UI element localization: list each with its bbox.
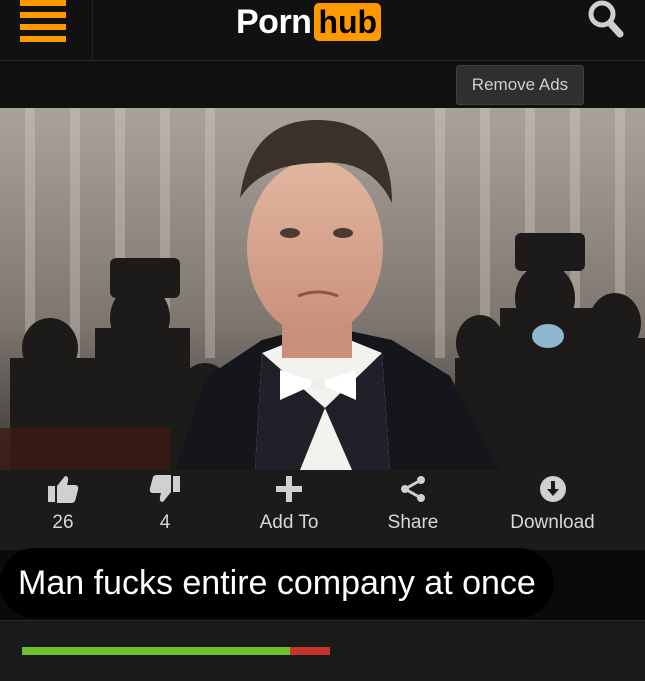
action-bar: 26 4 Add To Share Download xyxy=(0,470,645,550)
share-button[interactable]: Share xyxy=(358,470,468,550)
video-thumbnail[interactable] xyxy=(0,108,645,470)
download-icon xyxy=(539,476,566,502)
dislike-button[interactable]: 4 xyxy=(110,470,220,550)
thumbnail-image xyxy=(0,108,645,470)
top-bar: Porn hub xyxy=(0,0,645,60)
plus-icon xyxy=(276,476,302,502)
thumbs-up-icon xyxy=(48,476,79,503)
thumbs-down-icon xyxy=(149,475,180,502)
ad-bar: Remove Ads xyxy=(0,60,645,109)
menu-button[interactable] xyxy=(0,0,93,60)
add-to-button[interactable]: Add To xyxy=(234,470,344,550)
rating-section xyxy=(0,620,645,681)
remove-ads-button[interactable]: Remove Ads xyxy=(456,65,584,105)
rating-bar xyxy=(22,647,330,655)
like-count: 26 xyxy=(52,512,74,533)
site-logo[interactable]: Porn hub xyxy=(236,0,382,44)
search-icon xyxy=(588,0,624,38)
download-label: Download xyxy=(510,512,595,533)
share-label: Share xyxy=(387,512,439,533)
dislike-count: 4 xyxy=(159,512,171,533)
logo-word-2: hub xyxy=(314,3,382,41)
meme-caption: Man fucks entire company at once xyxy=(0,548,554,618)
share-icon xyxy=(401,476,425,502)
logo-word-1: Porn xyxy=(236,2,312,41)
add-to-label: Add To xyxy=(259,512,319,533)
rating-bar-like-fill xyxy=(22,647,290,655)
like-button[interactable]: 26 xyxy=(8,470,118,550)
download-button[interactable]: Download xyxy=(490,470,615,550)
search-button[interactable] xyxy=(568,0,645,60)
